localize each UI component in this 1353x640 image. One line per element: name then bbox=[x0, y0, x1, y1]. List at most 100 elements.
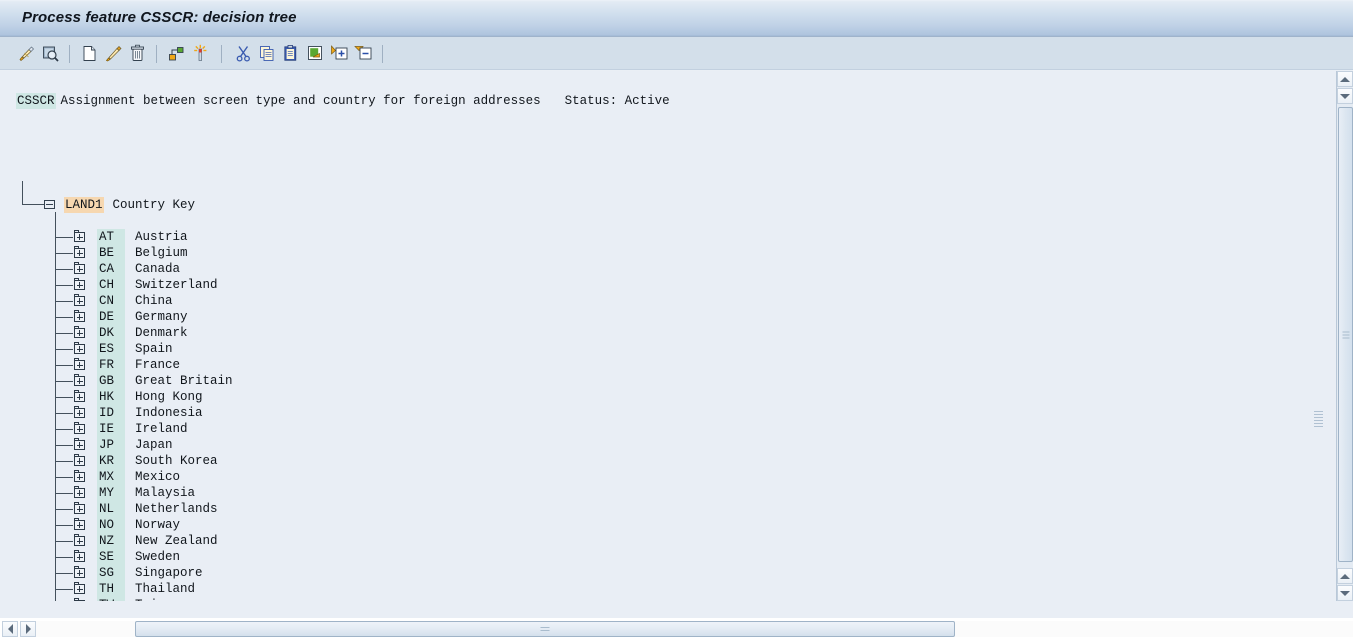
tree-node-code[interactable]: NZ bbox=[97, 533, 125, 549]
tree-node-code[interactable]: GB bbox=[97, 373, 125, 389]
tree-node-row[interactable]: NZ New Zealand bbox=[74, 533, 218, 549]
tree-node-code[interactable]: CN bbox=[97, 293, 125, 309]
tree-node-code[interactable]: SE bbox=[97, 549, 125, 565]
tree-node-row[interactable]: IE Ireland bbox=[74, 421, 188, 437]
horizontal-scrollbar-thumb[interactable] bbox=[135, 621, 955, 637]
splitter-grip[interactable] bbox=[1314, 411, 1323, 427]
expand-node-plus-icon[interactable] bbox=[74, 437, 86, 451]
tree-node-code[interactable]: ES bbox=[97, 341, 125, 357]
scroll-up-button-bottom[interactable] bbox=[1337, 568, 1353, 584]
scroll-right-button[interactable] bbox=[20, 621, 36, 637]
expand-node-plus-icon[interactable] bbox=[74, 565, 86, 579]
tree-node-row[interactable]: DK Denmark bbox=[74, 325, 188, 341]
tree-node-row[interactable]: FR France bbox=[74, 357, 180, 373]
expand-node-plus-icon[interactable] bbox=[74, 277, 86, 291]
folder-open-icon[interactable] bbox=[44, 199, 57, 211]
tree-node-code[interactable]: HK bbox=[97, 389, 125, 405]
tree-node-row[interactable]: MX Mexico bbox=[74, 469, 180, 485]
display-search-icon[interactable] bbox=[38, 41, 62, 67]
decision-tree-panel[interactable]: CSSCR Assignment between screen type and … bbox=[0, 71, 1321, 601]
tree-root-row[interactable]: CSSCR Assignment between screen type and … bbox=[16, 93, 670, 109]
tree-node-row[interactable]: ID Indonesia bbox=[74, 405, 203, 421]
expand-node-plus-icon[interactable] bbox=[74, 485, 86, 499]
root-code[interactable]: CSSCR bbox=[16, 93, 56, 109]
tree-node-code[interactable]: SG bbox=[97, 565, 125, 581]
tree-node-code[interactable]: CA bbox=[97, 261, 125, 277]
exit-door-icon[interactable] bbox=[303, 41, 327, 67]
tree-field-row[interactable]: LAND1 Country Key bbox=[44, 197, 195, 213]
expand-node-plus-icon[interactable] bbox=[74, 517, 86, 531]
expand-node-plus-icon[interactable] bbox=[74, 325, 86, 339]
expand-node-plus-icon[interactable] bbox=[74, 421, 86, 435]
expand-subtree-icon[interactable] bbox=[327, 41, 351, 67]
expand-node-plus-icon[interactable] bbox=[74, 229, 86, 243]
tree-node-row[interactable]: SG Singapore bbox=[74, 565, 203, 581]
tree-node-code[interactable]: NL bbox=[97, 501, 125, 517]
tree-node-row[interactable]: NO Norway bbox=[74, 517, 180, 533]
tree-node-code[interactable]: BE bbox=[97, 245, 125, 261]
field-code[interactable]: LAND1 bbox=[64, 197, 104, 213]
scroll-down-button-top[interactable] bbox=[1337, 88, 1353, 104]
tree-node-code[interactable]: CH bbox=[97, 277, 125, 293]
expand-node-plus-icon[interactable] bbox=[74, 245, 86, 259]
tree-node-row[interactable]: GB Great Britain bbox=[74, 373, 233, 389]
tree-node-code[interactable]: AT bbox=[97, 229, 125, 245]
application-toolbar: www.tutorialkart.com bbox=[0, 37, 1353, 100]
expand-node-plus-icon[interactable] bbox=[74, 373, 86, 387]
expand-node-plus-icon[interactable] bbox=[74, 261, 86, 275]
tree-node-row[interactable]: JP Japan bbox=[74, 437, 173, 453]
tree-node-row[interactable]: DE Germany bbox=[74, 309, 188, 325]
vertical-scrollbar-thumb[interactable] bbox=[1338, 107, 1353, 562]
scroll-up-button-top[interactable] bbox=[1337, 71, 1353, 87]
tree-node-code[interactable]: MY bbox=[97, 485, 125, 501]
magic-wand-icon[interactable] bbox=[188, 41, 212, 67]
expand-node-plus-icon[interactable] bbox=[74, 389, 86, 403]
tree-node-code[interactable]: IE bbox=[97, 421, 125, 437]
expand-node-plus-icon[interactable] bbox=[74, 453, 86, 467]
tree-node-code[interactable]: JP bbox=[97, 437, 125, 453]
tree-node-code[interactable]: DE bbox=[97, 309, 125, 325]
tree-node-code[interactable]: NO bbox=[97, 517, 125, 533]
tree-node-row[interactable]: CH Switzerland bbox=[74, 277, 218, 293]
cut-scissors-icon[interactable] bbox=[231, 41, 255, 67]
tree-node-code[interactable]: FR bbox=[97, 357, 125, 373]
tree-node-code[interactable]: KR bbox=[97, 453, 125, 469]
expand-node-plus-icon[interactable] bbox=[74, 469, 86, 483]
horizontal-scrollbar[interactable] bbox=[0, 618, 1353, 640]
delete-trash-icon[interactable] bbox=[125, 41, 149, 67]
tree-node-row[interactable]: CA Canada bbox=[74, 261, 180, 277]
expand-node-plus-icon[interactable] bbox=[74, 533, 86, 547]
tree-node-code[interactable]: ID bbox=[97, 405, 125, 421]
check-feature-icon[interactable] bbox=[14, 41, 38, 67]
expand-node-plus-icon[interactable] bbox=[74, 581, 86, 595]
tree-node-code[interactable]: MX bbox=[97, 469, 125, 485]
expand-node-plus-icon[interactable] bbox=[74, 549, 86, 563]
tree-node-code[interactable]: TH bbox=[97, 581, 125, 597]
expand-node-plus-icon[interactable] bbox=[74, 501, 86, 515]
expand-node-plus-icon[interactable] bbox=[74, 341, 86, 355]
expand-node-plus-icon[interactable] bbox=[74, 309, 86, 323]
tree-node-row[interactable]: BE Belgium bbox=[74, 245, 188, 261]
paste-clipboard-icon[interactable] bbox=[279, 41, 303, 67]
expand-node-plus-icon[interactable] bbox=[74, 405, 86, 419]
tree-node-row[interactable]: MY Malaysia bbox=[74, 485, 195, 501]
copy-icon[interactable] bbox=[255, 41, 279, 67]
structure-node-icon[interactable] bbox=[164, 41, 188, 67]
change-pencil-icon[interactable] bbox=[101, 41, 125, 67]
tree-node-row[interactable]: AT Austria bbox=[74, 229, 188, 245]
tree-node-row[interactable]: NL Netherlands bbox=[74, 501, 218, 517]
scroll-down-button-bottom[interactable] bbox=[1337, 585, 1353, 601]
tree-node-code[interactable]: DK bbox=[97, 325, 125, 341]
tree-node-row[interactable]: KR South Korea bbox=[74, 453, 218, 469]
expand-node-plus-icon[interactable] bbox=[74, 293, 86, 307]
tree-node-row[interactable]: TH Thailand bbox=[74, 581, 195, 597]
collapse-subtree-icon[interactable] bbox=[351, 41, 375, 67]
tree-node-row[interactable]: ES Spain bbox=[74, 341, 173, 357]
create-document-icon[interactable] bbox=[77, 41, 101, 67]
vertical-scrollbar[interactable] bbox=[1336, 71, 1353, 601]
expand-node-plus-icon[interactable] bbox=[74, 357, 86, 371]
tree-node-row[interactable]: HK Hong Kong bbox=[74, 389, 203, 405]
scroll-left-button[interactable] bbox=[2, 621, 18, 637]
tree-node-row[interactable]: SE Sweden bbox=[74, 549, 180, 565]
tree-node-row[interactable]: CN China bbox=[74, 293, 173, 309]
